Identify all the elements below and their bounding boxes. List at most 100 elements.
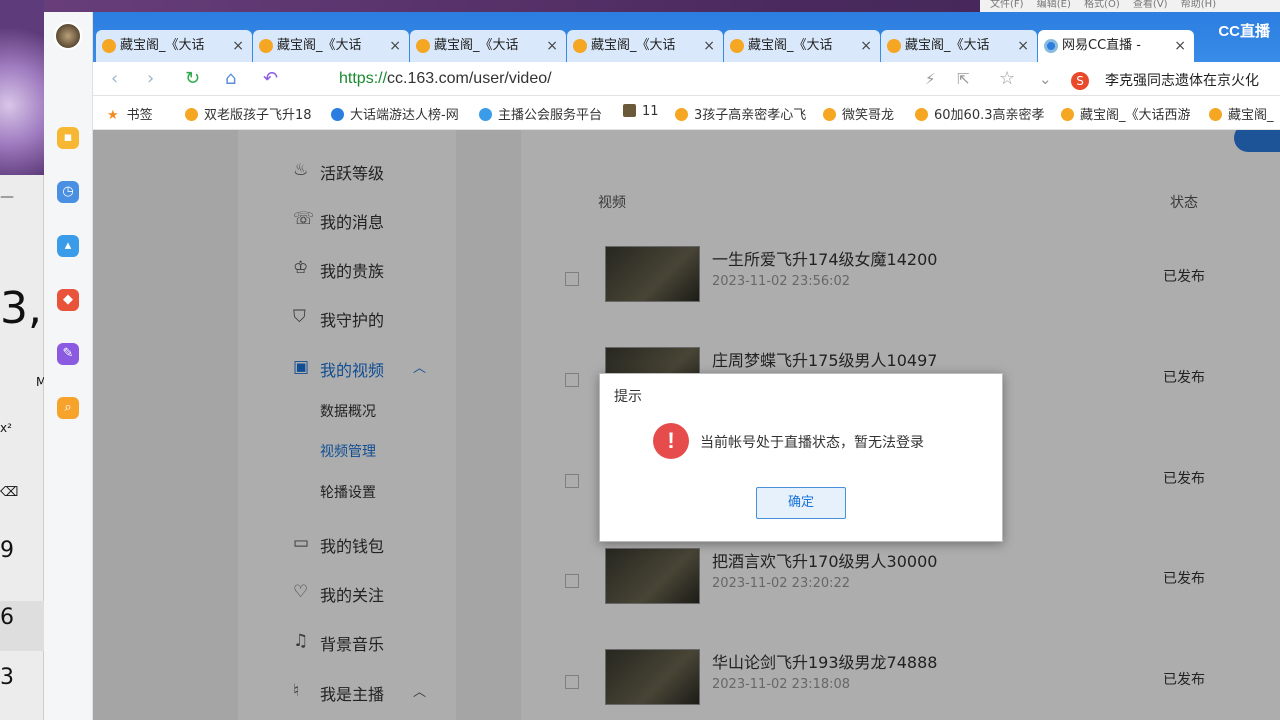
address-bar: ‹ › ↻ ⌂ ↶ https://cc.163.com/user/video/… [93, 62, 1280, 96]
tab-label: 藏宝阁_《大话 [277, 38, 362, 53]
bookmark-label: 藏宝阁_《大话西游 [1080, 108, 1191, 123]
calculator-window: — 3, M x² ⌫ 9 6 3 [0, 175, 46, 720]
zangbao-icon [1209, 108, 1222, 121]
browser-sidebar: ▪ ◷ ▴ ◆ ✎ ⌕ [44, 12, 93, 720]
calculator-key-3[interactable]: 3 [0, 665, 44, 690]
tab-label: 藏宝阁_《大话 [748, 38, 833, 53]
tab-label: 藏宝阁_《大话 [905, 38, 990, 53]
search-icon[interactable]: ⌕ [57, 397, 79, 419]
bookmark-label: 双老版孩子飞升18 [204, 108, 312, 123]
globe-icon [479, 108, 492, 121]
undo-icon[interactable]: ↶ [263, 68, 278, 89]
url-scheme: https:// [339, 70, 388, 87]
tab-label: 藏宝阁_《大话 [120, 38, 205, 53]
bookmark-label: 微笑哥龙 [842, 108, 895, 123]
zangbao-icon [102, 39, 116, 53]
bookmarks-bar: ★ 书签 双老版孩子飞升18 大话端游达人榜-网 主播公会服务平台 11 3孩子高… [93, 96, 1280, 130]
bookmark-label: 书签 [126, 108, 153, 123]
close-icon[interactable]: × [1174, 30, 1186, 62]
alert-dialog: 提示 ! 当前帐号处于直播状态，暂无法登录 确定 [599, 373, 1003, 542]
tab-zangbao-4[interactable]: 藏宝阁_《大话 × [567, 30, 723, 62]
zangbao-icon [416, 39, 430, 53]
bookmark-item[interactable]: 60加60.3高亲密孝 [915, 104, 1045, 123]
tab-bar: 藏宝阁_《大话 × 藏宝阁_《大话 × 藏宝阁_《大话 × 藏宝阁_《大话 × 藏宝阁_… [44, 12, 1280, 62]
clock-icon[interactable]: ◷ [57, 181, 79, 203]
tab-label: 网易CC直播 - [1062, 38, 1141, 53]
close-icon[interactable]: × [1017, 30, 1029, 62]
dialog-title: 提示 [614, 389, 642, 405]
back-icon[interactable]: ‹ [111, 68, 118, 89]
pdf-icon[interactable]: ◆ [57, 289, 79, 311]
warning-icon: ! [653, 423, 689, 459]
bookmark-item[interactable]: 3孩子高亲密孝心飞 [675, 104, 806, 123]
menu-file[interactable]: 文件(F) [990, 0, 1024, 10]
calculator-dash: — [0, 189, 14, 205]
chevron-down-icon[interactable]: ⌄ [1039, 70, 1052, 88]
game-icon [623, 104, 636, 117]
zangbao-icon [887, 39, 901, 53]
bookmark-item[interactable]: 藏宝阁_ [1209, 104, 1274, 123]
notes-icon[interactable]: ▪ [57, 127, 79, 149]
news-ticker[interactable]: S 李克强同志遗体在京火化 [1071, 70, 1259, 90]
calculator-display: 3, [0, 283, 42, 334]
home-icon[interactable]: ⌂ [225, 68, 236, 89]
bookmark-folder[interactable]: ★ 书签 [107, 104, 153, 123]
bookmark-item[interactable]: 大话端游达人榜-网 [331, 104, 459, 123]
bookmark-item[interactable]: 11 [623, 104, 659, 119]
tab-zangbao-5[interactable]: 藏宝阁_《大话 × [724, 30, 880, 62]
zangbao-icon [259, 39, 273, 53]
browser-window: 藏宝阁_《大话 × 藏宝阁_《大话 × 藏宝阁_《大话 × 藏宝阁_《大话 × 藏宝阁_… [44, 12, 1280, 720]
tab-label: 藏宝阁_《大话 [591, 38, 676, 53]
bookmark-item[interactable]: 主播公会服务平台 [479, 104, 602, 123]
url-field[interactable]: https://cc.163.com/user/video/ [339, 70, 552, 88]
avatar[interactable] [54, 22, 82, 50]
tab-label: 藏宝阁_《大话 [434, 38, 519, 53]
bookmark-label: 11 [642, 104, 659, 119]
share-icon[interactable]: ⇱ [957, 70, 970, 88]
tab-cc-live[interactable]: 网易CC直播 - × [1038, 30, 1194, 62]
game-icon[interactable]: ▴ [57, 235, 79, 257]
close-icon[interactable]: × [860, 30, 872, 62]
cc-icon [1044, 39, 1058, 53]
tab-zangbao-2[interactable]: 藏宝阁_《大话 × [253, 30, 409, 62]
close-icon[interactable]: × [389, 30, 401, 62]
forward-icon[interactable]: › [147, 68, 154, 89]
menu-help[interactable]: 帮助(H) [1181, 0, 1216, 10]
menu-edit[interactable]: 编辑(E) [1037, 0, 1071, 10]
bookmark-label: 大话端游达人榜-网 [350, 108, 459, 123]
lightning-icon[interactable]: ⚡ [925, 70, 936, 88]
desktop-wallpaper-fragment [0, 0, 44, 175]
calculator-key-6[interactable]: 6 [0, 601, 44, 651]
bookmark-item[interactable]: 双老版孩子飞升18 [185, 104, 312, 123]
close-icon[interactable]: × [232, 30, 244, 62]
zangbao-icon [185, 108, 198, 121]
bookmark-item[interactable]: 微笑哥龙 [823, 104, 894, 123]
confirm-button[interactable]: 确定 [756, 487, 846, 519]
calculator-square-key[interactable]: x² [0, 421, 44, 435]
reload-icon[interactable]: ↻ [185, 68, 200, 89]
tab-zangbao-3[interactable]: 藏宝阁_《大话 × [410, 30, 566, 62]
tab-strip: 藏宝阁_《大话 × 藏宝阁_《大话 × 藏宝阁_《大话 × 藏宝阁_《大话 × 藏宝阁_… [96, 26, 1280, 62]
bookmark-label: 主播公会服务平台 [498, 108, 603, 123]
close-icon[interactable]: × [546, 30, 558, 62]
menu-format[interactable]: 格式(O) [1084, 0, 1120, 10]
calculator-key-9[interactable]: 9 [0, 538, 44, 563]
menu-view[interactable]: 查看(V) [1133, 0, 1168, 10]
zangbao-icon [1061, 108, 1074, 121]
calculator-backspace-key[interactable]: ⌫ [0, 485, 44, 500]
zangbao-icon [675, 108, 688, 121]
bookmark-item[interactable]: 藏宝阁_《大话西游 [1061, 104, 1191, 123]
tab-zangbao-1[interactable]: 藏宝阁_《大话 × [96, 30, 252, 62]
sogou-icon: S [1071, 72, 1089, 90]
zangbao-icon [573, 39, 587, 53]
edit-icon[interactable]: ✎ [57, 343, 79, 365]
news-headline: 李克强同志遗体在京火化 [1105, 73, 1259, 89]
native-menu-bar: 文件(F) 编辑(E) 格式(O) 查看(V) 帮助(H) [980, 0, 1280, 12]
tab-zangbao-6[interactable]: 藏宝阁_《大话 × [881, 30, 1037, 62]
star-icon: ★ [107, 108, 119, 123]
cc-live-logo: CC直播 [1218, 23, 1270, 40]
close-icon[interactable]: × [703, 30, 715, 62]
url-path: cc.163.com/user/video/ [387, 70, 552, 87]
star-icon[interactable]: ☆ [999, 68, 1015, 89]
dialog-message: 当前帐号处于直播状态，暂无法登录 [700, 435, 924, 451]
